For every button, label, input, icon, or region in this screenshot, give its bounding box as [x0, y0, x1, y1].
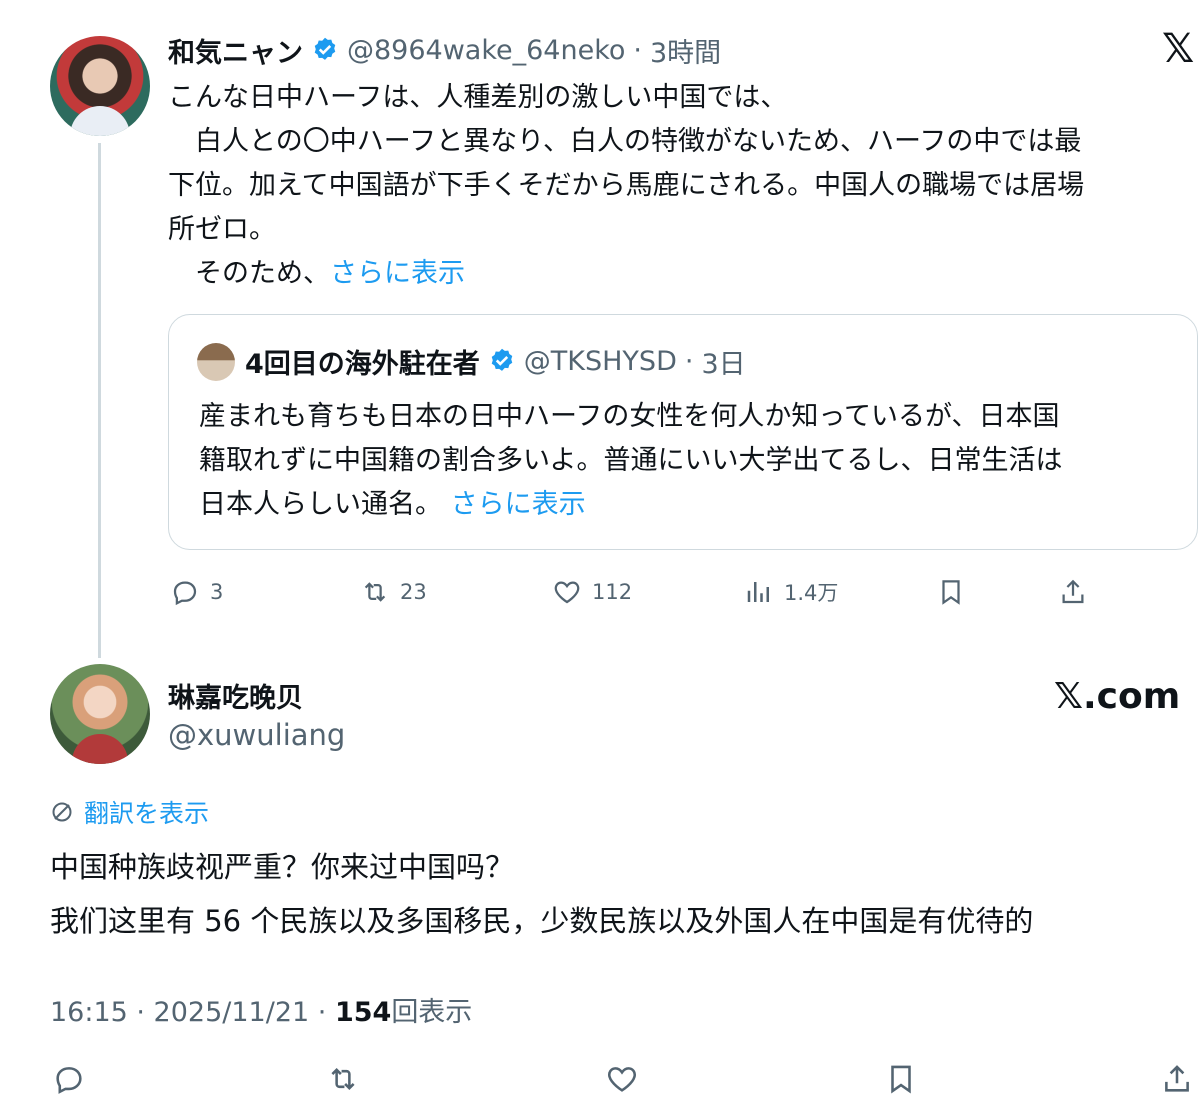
- repost-icon: [364, 582, 386, 602]
- tweet-line: 中国种族歧视严重？你来过中国吗？: [50, 850, 515, 884]
- like-icon[interactable]: [605, 1062, 639, 1096]
- quote-time[interactable]: 3日: [701, 342, 745, 381]
- view-count-label: 回表示: [391, 997, 473, 1028]
- verified-icon: [314, 37, 336, 60]
- translate-icon: [52, 802, 72, 822]
- quote-author-handle[interactable]: @TKSHYSD: [524, 346, 677, 377]
- avatar-xuwuliang[interactable]: [50, 664, 150, 764]
- avatar-wake-nyan[interactable]: [50, 36, 150, 136]
- view-count: 154: [334, 997, 392, 1028]
- share-button[interactable]: [1058, 572, 1088, 612]
- post-meta: 16:15 · 2025/11/21 · 154回表示: [50, 990, 472, 1029]
- like-button[interactable]: 112: [552, 572, 632, 612]
- like-icon: [554, 581, 580, 604]
- reply-icon[interactable]: [52, 1062, 86, 1096]
- translate-label: 翻訳を表示: [84, 799, 210, 828]
- author-handle[interactable]: @8964wake_64neko: [347, 35, 625, 66]
- tweet-line-last: そのため、さらに表示: [168, 258, 465, 289]
- views-icon: [747, 582, 769, 602]
- repost-icon[interactable]: [326, 1062, 360, 1096]
- quote-line: 籍取れずに中国籍の割合多いよ。普通にいい大学出てるし、日常生活は: [199, 445, 1063, 476]
- repost-count: 23: [400, 580, 427, 604]
- tweet-line: 我们这里有 56 个民族以及多国移民，少数民族以及外国人在中国是有优待的: [50, 904, 1034, 938]
- tweet-text: こんな日中ハーフは、人種差別の激しい中国では、 白人との〇中ハーフと異なり、白人…: [168, 76, 1198, 296]
- reply-count: 3: [210, 580, 224, 604]
- quoted-tweet[interactable]: 4回目の海外駐在者 @TKSHYSD · 3日 産まれも育ちも日本の日中ハーフの…: [168, 314, 1198, 550]
- show-more-link[interactable]: さらに表示: [330, 258, 465, 289]
- translate-button[interactable]: 翻訳を表示: [50, 794, 209, 830]
- share-icon: [1062, 579, 1084, 604]
- quote-line: 産まれも育ちも日本の日中ハーフの女性を何人か知っているが、日本国: [199, 401, 1060, 432]
- tweet-text: 中国种族歧视严重？你来过中国吗？ 我们这里有 56 个民族以及多国移民，少数民族…: [50, 840, 1195, 948]
- x-logo-icon: 𝕏: [1162, 26, 1195, 72]
- post-timestamp[interactable]: 16:15 · 2025/11/21 ·: [50, 997, 335, 1028]
- thread-connector-line: [98, 143, 101, 658]
- x-com-logo: 𝕏.com: [1054, 676, 1181, 717]
- author-handle[interactable]: @xuwuliang: [168, 718, 345, 752]
- views-count: 1.4万: [784, 581, 839, 605]
- post-time[interactable]: 3時間: [650, 31, 721, 70]
- tweet-line: 所ゼロ。: [168, 214, 276, 245]
- dot-separator: ·: [633, 34, 642, 66]
- tweet-line: 白人との〇中ハーフと異なり、白人の特徴がないため、ハーフの中では最: [168, 126, 1082, 157]
- views-button[interactable]: 1.4万: [744, 572, 838, 612]
- avatar-quote-author[interactable]: [197, 343, 235, 381]
- quote-author-name[interactable]: 4回目の海外駐在者: [245, 342, 480, 381]
- reply-icon: [173, 581, 197, 606]
- verified-icon: [491, 348, 513, 371]
- repost-button[interactable]: 23: [360, 572, 427, 612]
- dot-separator: ·: [684, 345, 694, 377]
- bookmark-button[interactable]: [936, 572, 966, 612]
- share-icon[interactable]: [1160, 1062, 1194, 1096]
- reply-button[interactable]: 3: [170, 572, 223, 612]
- tweet-line: 下位。加えて中国語が下手くそだから馬鹿にされる。中国人の職場では居場: [168, 170, 1085, 201]
- bookmark-icon: [942, 580, 960, 605]
- quote-text: 産まれも育ちも日本の日中ハーフの女性を何人か知っているが、日本国 籍取れずに中国…: [199, 395, 1189, 527]
- quote-line-last: 日本人らしい通名。 さらに表示: [199, 489, 586, 520]
- quote-show-more-link[interactable]: さらに表示: [451, 489, 586, 520]
- like-count: 112: [592, 580, 633, 604]
- tweet-line: こんな日中ハーフは、人種差別の激しい中国では、: [168, 82, 788, 113]
- author-name[interactable]: 和気ニャン: [168, 31, 303, 70]
- bookmark-icon[interactable]: [884, 1062, 918, 1096]
- author-name[interactable]: 琳嘉吃晚贝: [168, 676, 303, 715]
